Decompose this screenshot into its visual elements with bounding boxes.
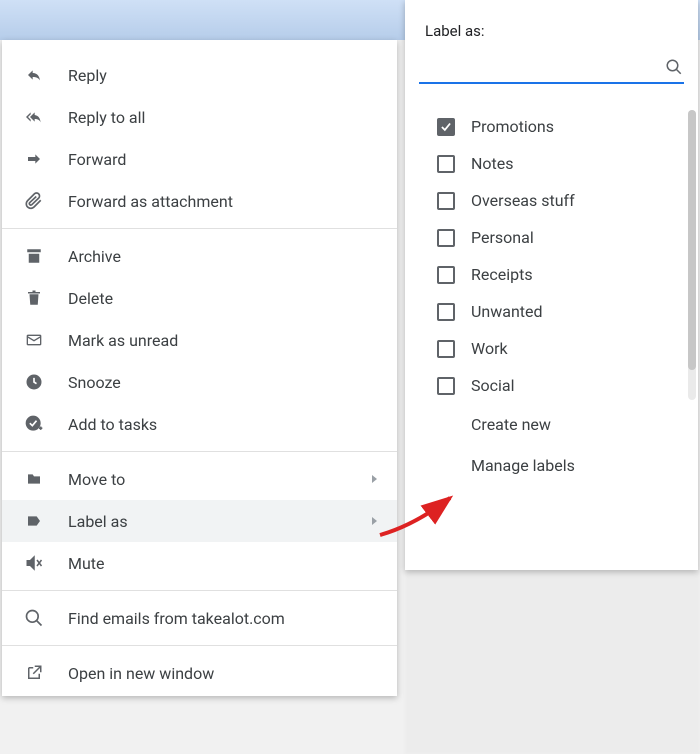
label-name: Promotions <box>471 117 554 136</box>
chevron-right-icon <box>372 475 377 483</box>
menu-item-label: Open in new window <box>68 664 214 683</box>
label-option-social[interactable]: Social <box>437 367 688 404</box>
label-option-unwanted[interactable]: Unwanted <box>437 293 688 330</box>
label-name: Overseas stuff <box>471 191 575 210</box>
menu-item-delete[interactable]: Delete <box>2 277 397 319</box>
menu-item-label: Snooze <box>68 373 121 392</box>
label-name: Unwanted <box>471 302 543 321</box>
snooze-icon <box>22 372 46 392</box>
menu-item-snooze[interactable]: Snooze <box>2 361 397 403</box>
search-icon <box>664 57 684 77</box>
add-tasks-icon <box>22 414 46 434</box>
checkbox-icon[interactable] <box>437 340 455 358</box>
label-name: Notes <box>471 154 514 173</box>
menu-item-label: Reply <box>68 66 107 85</box>
move-to-icon <box>22 469 46 489</box>
label-name: Personal <box>471 228 534 247</box>
menu-item-mute[interactable]: Mute <box>2 542 397 584</box>
label-name: Work <box>471 339 508 358</box>
label-name: Receipts <box>471 265 533 284</box>
search-icon <box>22 608 46 628</box>
create-new-label[interactable]: Create new <box>437 404 688 445</box>
forward-icon <box>22 149 46 169</box>
mark-unread-icon <box>22 330 46 350</box>
menu-item-mark-unread[interactable]: Mark as unread <box>2 319 397 361</box>
action-label: Create new <box>471 415 551 434</box>
checkbox-icon[interactable] <box>437 192 455 210</box>
panel-title: Label as: <box>405 14 698 52</box>
checkbox-icon[interactable] <box>437 229 455 247</box>
reply-icon <box>22 65 46 85</box>
menu-item-forward[interactable]: Forward <box>2 138 397 180</box>
menu-item-label: Mark as unread <box>68 331 178 350</box>
action-label: Manage labels <box>471 456 575 475</box>
menu-item-open-new-window[interactable]: Open in new window <box>2 652 397 694</box>
checkbox-icon[interactable] <box>437 303 455 321</box>
archive-icon <box>22 246 46 266</box>
email-context-menu: Reply Reply to all Forward Forward as at… <box>2 40 397 696</box>
label-icon <box>22 511 46 531</box>
label-search-input[interactable] <box>419 58 664 77</box>
menu-divider <box>2 228 397 229</box>
label-as-panel: Label as: Promotions Notes Overseas stuf… <box>405 0 698 570</box>
delete-icon <box>22 288 46 308</box>
menu-item-add-tasks[interactable]: Add to tasks <box>2 403 397 445</box>
scrollbar[interactable] <box>688 110 696 400</box>
checkbox-icon[interactable] <box>437 155 455 173</box>
reply-all-icon <box>22 107 46 127</box>
menu-item-label: Forward as attachment <box>68 192 233 211</box>
menu-item-move-to[interactable]: Move to <box>2 458 397 500</box>
label-option-promotions[interactable]: Promotions <box>437 108 688 145</box>
label-search[interactable] <box>419 52 684 84</box>
open-new-icon <box>22 663 46 683</box>
menu-item-label: Archive <box>68 247 121 266</box>
menu-item-forward-attachment[interactable]: Forward as attachment <box>2 180 397 222</box>
menu-item-label: Reply to all <box>68 108 145 127</box>
label-option-notes[interactable]: Notes <box>437 145 688 182</box>
scrollbar-thumb[interactable] <box>688 110 696 370</box>
menu-item-label: Find emails from takealot.com <box>68 609 285 628</box>
label-list: Promotions Notes Overseas stuff Personal… <box>405 90 698 496</box>
menu-divider <box>2 451 397 452</box>
chevron-right-icon <box>372 517 377 525</box>
menu-item-archive[interactable]: Archive <box>2 235 397 277</box>
label-option-receipts[interactable]: Receipts <box>437 256 688 293</box>
menu-item-reply-all[interactable]: Reply to all <box>2 96 397 138</box>
menu-item-label: Move to <box>68 470 125 489</box>
menu-item-label: Label as <box>68 512 128 531</box>
label-option-overseas-stuff[interactable]: Overseas stuff <box>437 182 688 219</box>
checkbox-icon[interactable] <box>437 377 455 395</box>
menu-item-label: Add to tasks <box>68 415 157 434</box>
attachment-icon <box>22 191 46 211</box>
menu-divider <box>2 645 397 646</box>
manage-labels[interactable]: Manage labels <box>437 445 688 486</box>
checkbox-icon[interactable] <box>437 266 455 284</box>
menu-item-label: Mute <box>68 554 105 573</box>
menu-divider <box>2 590 397 591</box>
menu-item-label: Delete <box>68 289 113 308</box>
label-name: Social <box>471 376 514 395</box>
menu-item-find-emails[interactable]: Find emails from takealot.com <box>2 597 397 639</box>
menu-item-reply[interactable]: Reply <box>2 54 397 96</box>
background-blur <box>405 570 700 754</box>
checkbox-checked-icon[interactable] <box>437 118 455 136</box>
mute-icon <box>22 553 46 573</box>
label-option-work[interactable]: Work <box>437 330 688 367</box>
label-option-personal[interactable]: Personal <box>437 219 688 256</box>
menu-item-label-as[interactable]: Label as <box>2 500 397 542</box>
menu-item-label: Forward <box>68 150 126 169</box>
